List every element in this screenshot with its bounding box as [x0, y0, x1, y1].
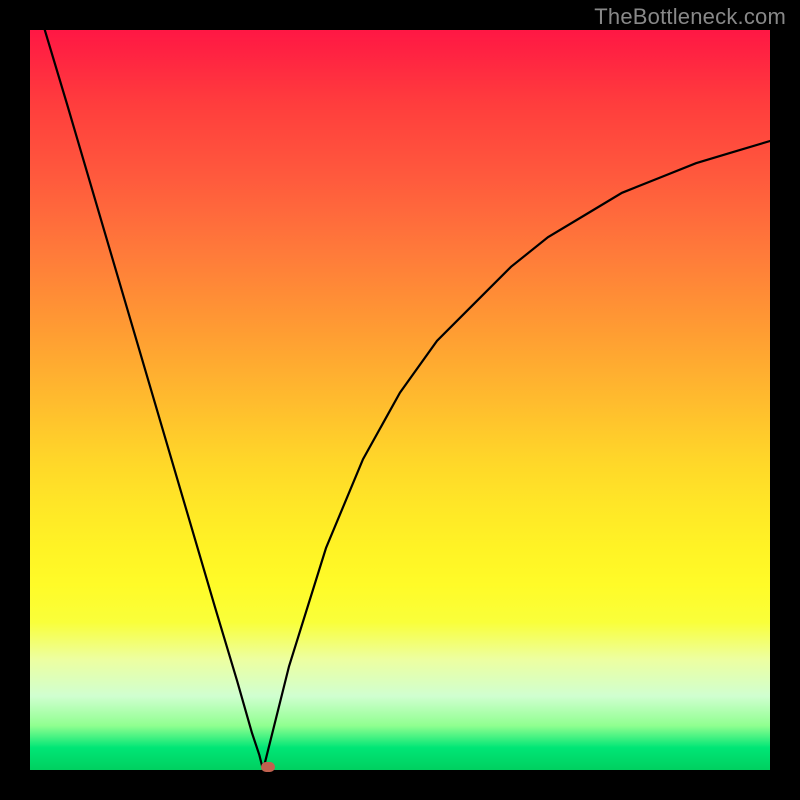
watermark-text: TheBottleneck.com	[594, 4, 786, 30]
plot-area	[30, 30, 770, 770]
optimal-marker	[261, 762, 275, 772]
bottleneck-curve	[45, 30, 770, 770]
curve-svg	[30, 30, 770, 770]
chart-frame: TheBottleneck.com	[0, 0, 800, 800]
